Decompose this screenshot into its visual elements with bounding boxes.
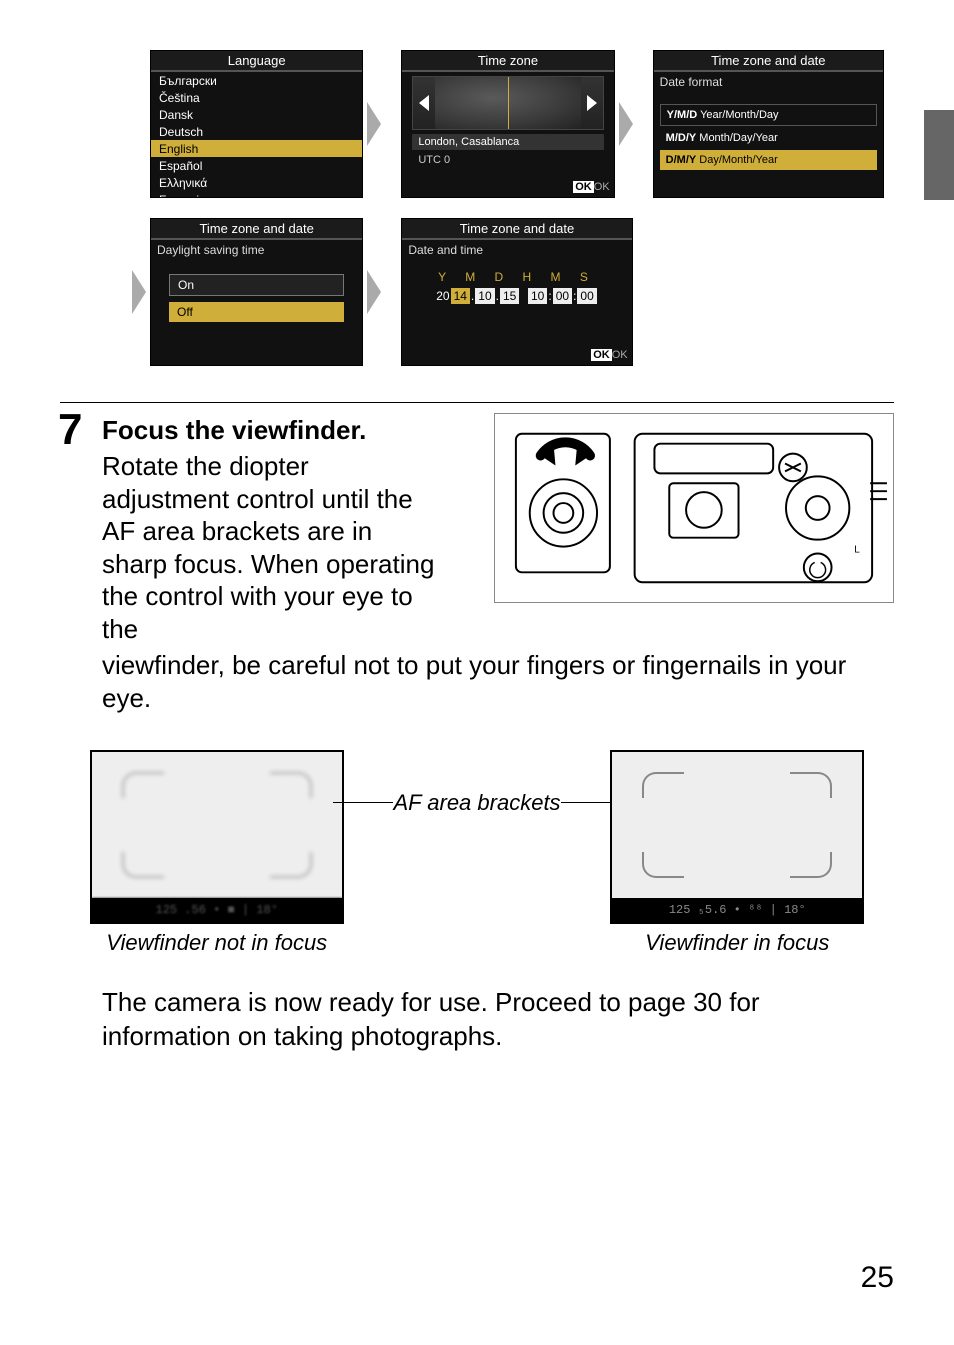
viewfinder-screen <box>92 752 342 898</box>
menu-language-screen: Language Български Čeština Dansk Deutsch… <box>150 50 363 198</box>
timezone-map[interactable] <box>412 76 603 130</box>
datetime-columns: Y M D H M S <box>402 270 631 284</box>
list-item[interactable]: Čeština <box>151 89 362 106</box>
menu-title: Time zone <box>402 51 613 72</box>
datetime-hour[interactable]: 10 <box>528 288 547 304</box>
chevron-right-icon[interactable] <box>587 95 597 111</box>
menu-subtitle: Date and time <box>402 240 631 260</box>
menu-dst-screen: Time zone and date Daylight saving time … <box>150 218 363 366</box>
datetime-month[interactable]: 10 <box>475 288 494 304</box>
camera-diopter-diagram: L <box>494 413 894 603</box>
date-format-option-selected[interactable]: D/M/Y Day/Month/Year <box>660 150 877 170</box>
datetime-minute[interactable]: 00 <box>553 288 572 304</box>
ok-indicator: OKOK <box>591 349 627 361</box>
dst-option-on[interactable]: On <box>169 274 344 296</box>
manual-page: Language Български Čeština Dansk Deutsch… <box>0 0 954 1345</box>
sequence-arrow-icon <box>619 102 633 146</box>
timezone-location: London, Casablanca <box>412 134 603 150</box>
list-item[interactable]: Dansk <box>151 106 362 123</box>
menu-title: Time zone and date <box>402 219 631 240</box>
menu-datetime: Time zone and date Date and time Y M D H… <box>401 218 632 366</box>
viewfinder-info-bar: 125 .56 • ■ | 18° <box>92 898 342 922</box>
chevron-left-icon[interactable] <box>419 95 429 111</box>
sequence-arrow-icon <box>367 270 381 314</box>
menu-dst: Time zone and date Daylight saving time … <box>150 218 381 366</box>
list-item[interactable]: Български <box>151 72 362 89</box>
menu-timezone: Time zone London, Casablanca UTC 0 OKOK <box>401 50 632 198</box>
step-7: 7 Focus the viewfinder. Rotate the diopt… <box>60 402 894 1054</box>
dst-option-off[interactable]: Off <box>169 302 344 322</box>
menu-subtitle: Date format <box>654 72 883 92</box>
date-format-option[interactable]: Y/M/D Year/Month/Day <box>660 104 877 126</box>
closing-paragraph: The camera is now ready for use. Proceed… <box>102 986 842 1054</box>
ok-icon: OK <box>591 349 612 361</box>
date-format-option[interactable]: M/D/Y Month/Day/Year <box>660 128 877 148</box>
list-item[interactable]: Français <box>151 191 362 198</box>
datetime-year[interactable]: 14 <box>451 288 470 304</box>
step-paragraph: Rotate the diopter adjustment control un… <box>102 450 442 645</box>
menu-sequence: Language Български Čeština Dansk Deutsch… <box>150 50 884 366</box>
datetime-day[interactable]: 15 <box>500 288 519 304</box>
list-item-selected[interactable]: English <box>151 140 362 157</box>
af-brackets-label: AF area brackets <box>393 790 560 816</box>
viewfinder-caption: Viewfinder not in focus <box>106 930 327 956</box>
world-map-icon <box>435 77 580 129</box>
page-number: 25 <box>861 1261 894 1295</box>
sequence-arrow-icon <box>367 102 381 146</box>
datetime-second[interactable]: 00 <box>577 288 596 304</box>
viewfinder-box: 125 .56 • ■ | 18° <box>90 750 344 924</box>
step-number: 7 <box>58 405 82 455</box>
menu-title: Time zone and date <box>151 219 362 240</box>
menu-date-format: Time zone and date Date format Y/M/D Yea… <box>653 50 884 198</box>
sequence-arrow-icon <box>132 270 146 314</box>
viewfinder-out-of-focus: 125 .56 • ■ | 18° Viewfinder not in focu… <box>60 750 373 956</box>
menu-timezone-screen: Time zone London, Casablanca UTC 0 OKOK <box>401 50 614 198</box>
list-item[interactable]: Español <box>151 157 362 174</box>
svg-text:L: L <box>854 545 860 556</box>
step-paragraph: viewfinder, be careful not to put your f… <box>102 649 894 714</box>
datetime-values[interactable]: 2014.10.15 10:00:00 <box>402 288 631 304</box>
menu-subtitle: Daylight saving time <box>151 240 362 260</box>
viewfinder-in-focus: 125 ₅5.6 • ⁸⁸ | 18° Viewfinder in focus <box>581 750 894 956</box>
viewfinder-caption: Viewfinder in focus <box>645 930 829 956</box>
menu-language: Language Български Čeština Dansk Deutsch… <box>150 50 381 198</box>
ok-indicator: OKOK <box>573 181 609 193</box>
language-list: Български Čeština Dansk Deutsch English … <box>151 72 362 198</box>
menu-title: Time zone and date <box>654 51 883 72</box>
timezone-utc: UTC 0 <box>412 152 603 168</box>
menu-date-format-screen: Time zone and date Date format Y/M/D Yea… <box>653 50 884 198</box>
list-item[interactable]: Deutsch <box>151 123 362 140</box>
ok-icon: OK <box>573 181 594 193</box>
viewfinder-comparison: 125 .56 • ■ | 18° Viewfinder not in focu… <box>60 750 894 956</box>
side-tab <box>924 110 954 200</box>
menu-datetime-screen: Time zone and date Date and time Y M D H… <box>401 218 632 366</box>
viewfinder-box: 125 ₅5.6 • ⁸⁸ | 18° <box>610 750 864 924</box>
viewfinder-info-bar: 125 ₅5.6 • ⁸⁸ | 18° <box>612 898 862 922</box>
menu-title: Language <box>151 51 362 72</box>
list-item[interactable]: Ελληνικά <box>151 174 362 191</box>
viewfinder-screen <box>612 752 862 898</box>
